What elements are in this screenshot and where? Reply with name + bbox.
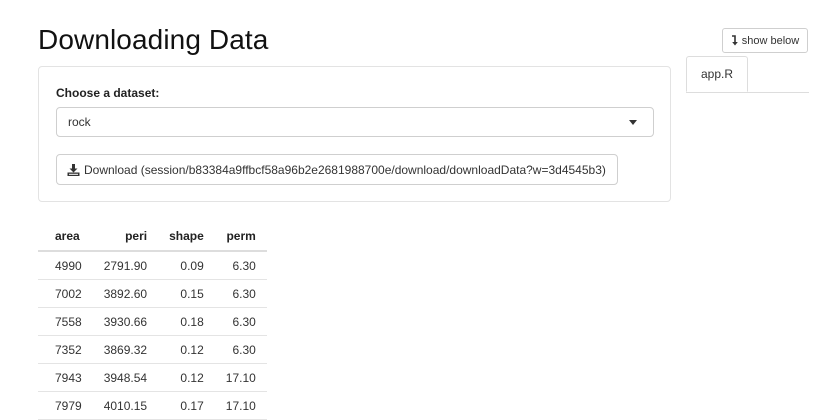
table-cell: 0.17 [158, 391, 215, 420]
table-cell: 3869.32 [92, 335, 159, 364]
page-title: Downloading Data [38, 24, 269, 55]
table-cell: 6.30 [214, 335, 267, 364]
table-row: 7352 3869.32 0.12 6.30 [38, 335, 267, 364]
column-header: shape [158, 222, 215, 252]
download-button[interactable]: Download (session/b83384a9ffbcf58a96b2e2… [56, 154, 618, 185]
column-header: perm [214, 222, 267, 252]
table-header-row: area peri shape perm [38, 222, 267, 252]
table-cell: 4990 [38, 251, 93, 280]
table-cell: 4010.15 [92, 391, 159, 420]
table-cell: 6.30 [214, 307, 267, 336]
table-cell: 17.10 [214, 391, 267, 420]
table-cell: 7558 [38, 307, 93, 336]
table-row: 7943 3948.54 0.12 17.10 [38, 363, 267, 392]
column-header: area [38, 222, 93, 252]
table-cell: 0.18 [158, 307, 215, 336]
download-icon [67, 163, 80, 176]
table-cell: 0.09 [158, 251, 215, 280]
tab-app-r[interactable]: app.R [686, 56, 748, 92]
table-cell: 6.30 [214, 279, 267, 308]
table-cell: 6.30 [214, 251, 267, 280]
data-table: area peri shape perm 4990 2791.90 0.09 6… [38, 222, 267, 420]
dataset-select[interactable]: rock [56, 107, 654, 137]
table-cell: 7979 [38, 391, 93, 420]
table-cell: 7352 [38, 335, 93, 364]
table-cell: 0.12 [158, 335, 215, 364]
code-tabs: app.R [686, 56, 809, 93]
show-below-button[interactable]: show below [722, 28, 808, 53]
table-cell: 3930.66 [92, 307, 159, 336]
column-header: peri [92, 222, 159, 252]
caret-down-icon [629, 120, 637, 125]
table-cell: 17.10 [214, 363, 267, 392]
table-cell: 7943 [38, 363, 93, 392]
table-row: 7002 3892.60 0.15 6.30 [38, 279, 267, 308]
tab-label: app.R [700, 67, 734, 81]
input-panel: Choose a dataset: rock Download (session… [38, 66, 671, 202]
table-cell: 0.12 [158, 363, 215, 392]
table-row: 7979 4010.15 0.17 17.10 [38, 391, 267, 420]
table-cell: 2791.90 [92, 251, 159, 280]
table-cell: 3892.60 [92, 279, 159, 308]
table-cell: 0.15 [158, 279, 215, 308]
table-cell: 3948.54 [92, 363, 159, 392]
table-row: 7558 3930.66 0.18 6.30 [38, 307, 267, 336]
dataset-selected-value: rock [68, 115, 91, 129]
show-below-label: show below [741, 34, 800, 47]
download-button-label: Download (session/b83384a9ffbcf58a96b2e2… [84, 162, 606, 177]
arrow-down-icon [731, 35, 738, 46]
table-cell: 7002 [38, 279, 93, 308]
dataset-label: Choose a dataset: [56, 86, 160, 100]
table-row: 4990 2791.90 0.09 6.30 [38, 251, 267, 280]
